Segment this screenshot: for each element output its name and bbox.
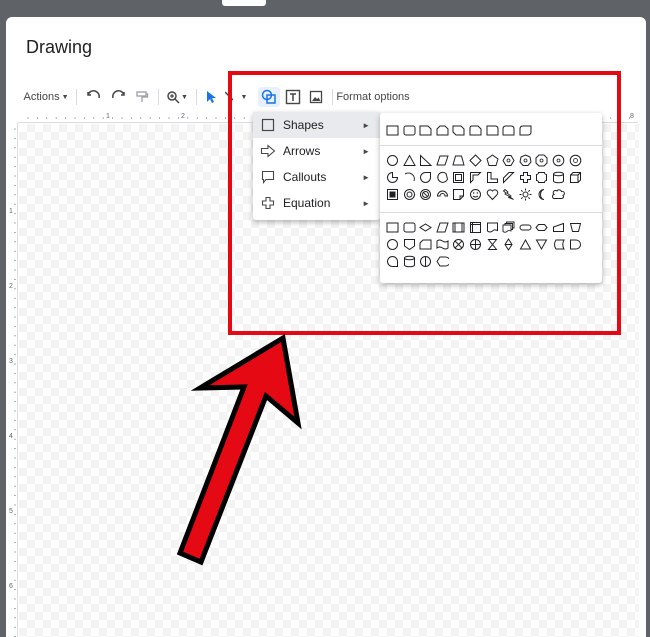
annotation-arrow [176, 333, 302, 566]
annotation-arrow-shape [176, 333, 302, 566]
